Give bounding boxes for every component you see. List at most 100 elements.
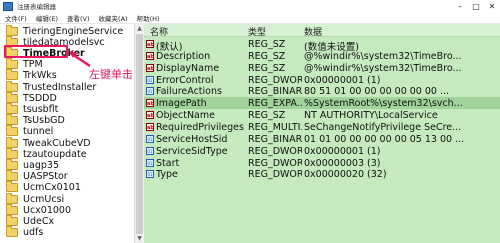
- tree-item-label: tunnel: [23, 126, 54, 138]
- menu-favorites[interactable]: 收藏夹(A): [99, 13, 128, 23]
- value-name: ImagePath: [156, 98, 207, 110]
- value-data: 0x00000001 (1): [304, 74, 381, 86]
- value-type: REG_DWORD: [248, 145, 302, 157]
- folder-icon: [6, 203, 18, 215]
- scroll-up-icon[interactable]: ▲: [135, 24, 144, 33]
- folder-icon: [6, 181, 18, 193]
- values-pane: 名称 类型 数据 ab (默认) REG_SZ (数值未设置) ab Descriptio…: [144, 24, 500, 243]
- tree-item[interactable]: UdeCx: [6, 214, 55, 227]
- value-row[interactable]: ab (默认) REG_SZ (数值未设置): [144, 38, 500, 53]
- folder-icon: [6, 58, 18, 70]
- tree-item-label: TieringEngineService: [23, 25, 124, 37]
- tree-item-label: tsusbflt: [23, 103, 59, 115]
- tree-item[interactable]: uagp35: [6, 158, 59, 171]
- scrollbar-thumb[interactable]: [136, 34, 143, 234]
- column-header-data[interactable]: 数据: [304, 25, 322, 38]
- scroll-down-icon[interactable]: ▼: [135, 234, 144, 243]
- string-value-icon: ab: [146, 40, 154, 48]
- minimize-icon[interactable]: –: [452, 0, 468, 12]
- binary-value-icon: 01: [146, 158, 154, 167]
- value-name: ServiceSidType: [156, 145, 228, 157]
- menu-help[interactable]: 帮助(H): [137, 13, 160, 23]
- folder-icon: [6, 158, 18, 170]
- string-value-icon: ab: [146, 111, 154, 120]
- value-name: FailureActions: [156, 86, 222, 98]
- binary-value-icon: 01: [146, 87, 154, 96]
- tree-item[interactable]: tzautoupdate: [6, 147, 87, 160]
- tree-item-label: UcmUcsi: [23, 193, 65, 205]
- value-row[interactable]: 01ServiceSidType REG_DWORD0x00000001 (1): [144, 145, 500, 157]
- value-name: RequiredPrivileges: [156, 121, 244, 133]
- tree-item[interactable]: TsUsbGD: [6, 114, 65, 127]
- value-name: DisplayName: [156, 62, 220, 74]
- values-header: 名称 类型 数据: [144, 24, 500, 38]
- tree-item[interactable]: UcmCx0101: [6, 181, 81, 194]
- value-data: NT AUTHORITY\LocalService: [304, 110, 438, 122]
- value-type: REG_DWORD: [248, 157, 302, 169]
- value-data: @%windir%\system32\TimeBro...: [304, 62, 462, 74]
- menu-edit[interactable]: 编辑(E): [36, 13, 58, 23]
- tree-item-label: TSDDD: [23, 92, 57, 104]
- value-type: REG_SZ: [248, 50, 286, 62]
- value-name: ObjectName: [156, 110, 215, 122]
- arrow-icon: [69, 51, 91, 68]
- folder-icon: [6, 147, 18, 159]
- tree-item-label: tzautoupdate: [23, 148, 87, 160]
- string-value-icon: ab: [146, 99, 154, 108]
- value-data: 80 51 01 00 00 00 00 00 00 ...: [304, 86, 450, 98]
- window-title: 注册表编辑器: [17, 3, 56, 11]
- value-name: Type: [156, 169, 178, 181]
- value-row[interactable]: ab ObjectName REG_SZ NT AUTHORITY\LocalServ…: [144, 109, 500, 121]
- column-header-name[interactable]: 名称: [150, 25, 168, 38]
- menu-view[interactable]: 查看(V): [67, 13, 90, 23]
- menu-file[interactable]: 文件(F): [5, 13, 27, 23]
- value-row[interactable]: 01 ServiceHostSid REG_BINARY 01 01 00 00 00…: [144, 133, 500, 145]
- tree-item[interactable]: tsusbflt: [6, 102, 59, 115]
- tree-item[interactable]: TrustedInstaller: [6, 80, 96, 93]
- value-row[interactable]: 01Start REG_DWORD0x00000003 (3): [144, 157, 500, 169]
- tree-item[interactable]: UASPStor: [6, 170, 68, 183]
- value-data: 0x00000001 (1): [304, 145, 381, 157]
- selection-highlight-box: [4, 45, 68, 58]
- value-data: 0x00000020 (32): [304, 169, 387, 181]
- value-name: Description: [156, 50, 211, 62]
- tree-item[interactable]: Ucx01000: [6, 203, 71, 216]
- string-value-icon: ab: [146, 63, 154, 72]
- string-value-icon: ab: [146, 51, 154, 60]
- value-type: REG_SZ: [248, 62, 286, 74]
- value-type: REG_MULTI...: [248, 121, 302, 133]
- folder-icon: [6, 24, 18, 36]
- tree-scrollbar[interactable]: ▲ ▼: [134, 24, 144, 243]
- value-type: REG_DWORD: [248, 169, 302, 181]
- folder-icon: [6, 114, 18, 126]
- folder-icon: [6, 91, 18, 103]
- binary-value-icon: 01: [146, 75, 154, 84]
- value-row[interactable]: abRequiredPrivileges REG_MULTI...SeChange…: [144, 121, 500, 133]
- value-type: REG_BINARY: [248, 133, 302, 145]
- tree-item[interactable]: TieringEngineService: [6, 24, 124, 37]
- tree-item[interactable]: tunnel: [6, 125, 54, 138]
- folder-icon: [6, 192, 18, 204]
- tree-item[interactable]: TweakCubeVD: [6, 136, 91, 149]
- value-row[interactable]: ab ImagePath REG_EXPA... %SystemRoot%\syste…: [144, 97, 500, 110]
- value-row[interactable]: 01Type REG_DWORD0x00000020 (32): [144, 168, 500, 180]
- value-row[interactable]: ab DisplayName REG_SZ @%windir%\system32\Ti…: [144, 62, 500, 74]
- folder-icon: [6, 214, 18, 226]
- folder-icon: [6, 102, 18, 114]
- tree-item[interactable]: TrkWks: [6, 69, 57, 82]
- tree-item-label: UASPStor: [23, 171, 68, 183]
- value-row[interactable]: 01 FailureActions REG_BINARY 80 51 01 00 00…: [144, 85, 500, 97]
- binary-value-icon: 01: [146, 170, 154, 179]
- tree-item-label: UdeCx: [23, 215, 55, 227]
- tree-item[interactable]: UcmUcsi: [6, 192, 65, 205]
- tree-item[interactable]: TSDDD: [6, 91, 57, 104]
- title-bar: 注册表编辑器 – □ ✕: [0, 0, 500, 12]
- column-header-type[interactable]: 类型: [248, 25, 266, 38]
- value-row[interactable]: 01ErrorControl REG_DWORD0x00000001 (1): [144, 74, 500, 86]
- regedit-app-icon: [3, 1, 13, 11]
- value-row[interactable]: ab Description REG_SZ @%windir%\system32\Ti…: [144, 50, 500, 62]
- maximize-icon[interactable]: □: [468, 0, 484, 12]
- value-name: ErrorControl: [156, 74, 214, 86]
- close-icon[interactable]: ✕: [484, 0, 500, 12]
- tree-item[interactable]: udfs: [6, 226, 43, 239]
